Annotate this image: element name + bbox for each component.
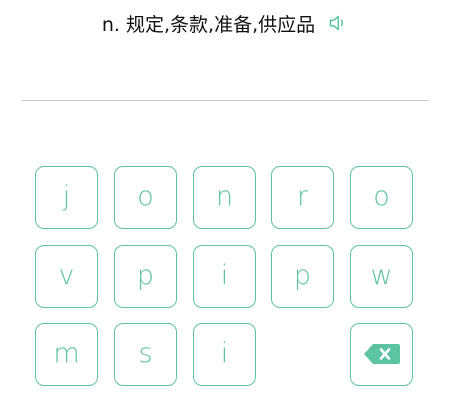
answer-underline <box>22 100 429 101</box>
letter-key[interactable]: p <box>114 245 177 308</box>
letter-key[interactable]: j <box>35 166 98 229</box>
letter-key[interactable]: i <box>193 245 256 308</box>
letter-key[interactable]: v <box>35 245 98 308</box>
letter-key[interactable]: n <box>193 166 256 229</box>
word-definition: n. 规定,条款,准备,供应品 <box>0 8 451 38</box>
answer-input-area[interactable] <box>22 44 429 100</box>
speaker-icon[interactable] <box>327 12 349 34</box>
letter-key[interactable]: i <box>193 323 256 386</box>
letter-key[interactable]: o <box>350 166 413 229</box>
letter-key[interactable]: o <box>114 166 177 229</box>
definition-text: n. 规定,条款,准备,供应品 <box>101 13 316 36</box>
letter-key[interactable]: w <box>350 245 413 308</box>
backspace-icon <box>363 343 401 365</box>
backspace-button[interactable] <box>350 323 413 386</box>
letter-key[interactable]: s <box>114 323 177 386</box>
letter-key[interactable]: p <box>271 245 334 308</box>
letter-key[interactable]: m <box>35 323 98 386</box>
letter-key[interactable]: r <box>271 166 334 229</box>
